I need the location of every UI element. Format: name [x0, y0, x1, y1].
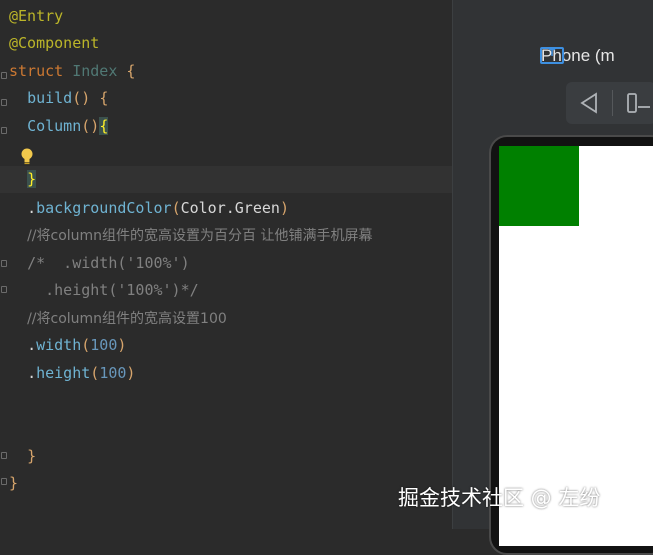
code-line[interactable]: }: [9, 443, 36, 470]
brace: }: [27, 447, 37, 465]
comment: //将column组件的宽高设置100: [27, 311, 227, 327]
comment: /* .width('100%'): [27, 254, 190, 272]
function-name: height: [36, 364, 91, 382]
open-paren: (: [90, 364, 100, 382]
code-line[interactable]: /* .width('100%'): [9, 250, 190, 277]
code-line[interactable]: struct Index {: [9, 58, 135, 85]
code-line[interactable]: }: [9, 470, 18, 497]
lightbulb-icon[interactable]: [20, 148, 34, 166]
watermark: 掘金技术社区 @ 左纷: [398, 486, 601, 510]
close-paren: ): [279, 199, 289, 217]
fold-icon[interactable]: [1, 99, 7, 106]
code-line[interactable]: build() {: [9, 85, 108, 112]
device-type-icon[interactable]: T: [540, 47, 564, 64]
code-line[interactable]: @Component: [9, 30, 99, 57]
code-editor[interactable]: @Entry @Component struct Index { build()…: [0, 0, 452, 529]
close-paren: ): [126, 364, 136, 382]
number: 100: [90, 336, 118, 354]
matched-brace: {: [99, 117, 109, 135]
code-line[interactable]: Column(){: [9, 113, 109, 140]
fold-icon[interactable]: [1, 452, 7, 459]
dot: .: [27, 364, 37, 382]
class-name: Index: [72, 62, 118, 80]
preview-toolbar: [566, 82, 653, 124]
comment: .height('100%')*/: [27, 281, 199, 299]
toolbar-separator: [612, 90, 613, 116]
open-paren: (: [81, 336, 91, 354]
fold-icon[interactable]: [1, 478, 7, 485]
fold-icon[interactable]: [1, 127, 7, 134]
annotation: @Entry: [9, 7, 64, 25]
back-triangle-icon[interactable]: [576, 90, 602, 116]
code-line[interactable]: //将column组件的宽高设置为百分百 让他铺满手机屏幕: [9, 222, 372, 249]
parentheses: (): [72, 89, 91, 107]
fold-icon[interactable]: [1, 260, 7, 267]
open-paren: (: [171, 199, 181, 217]
number: 100: [99, 364, 127, 382]
argument: Color.Green: [180, 199, 280, 217]
code-line[interactable]: .width(100): [9, 332, 126, 359]
brace: }: [9, 474, 19, 492]
dot: .: [27, 199, 37, 217]
matched-brace: }: [27, 170, 37, 188]
code-line[interactable]: .height('100%')*/: [9, 277, 199, 304]
fold-icon[interactable]: [1, 72, 7, 79]
function-name: width: [36, 336, 82, 354]
close-paren: ): [117, 336, 127, 354]
brace: {: [99, 89, 109, 107]
editor-gutter: [0, 0, 9, 529]
annotation: @Component: [9, 34, 100, 52]
function-name: Column: [27, 117, 82, 135]
brace: {: [126, 62, 136, 80]
parentheses: (): [81, 117, 100, 135]
dot: .: [27, 336, 37, 354]
rotate-device-icon[interactable]: [624, 90, 650, 116]
code-line-current[interactable]: }: [0, 166, 452, 193]
device-type-icon-glyph: T: [549, 48, 556, 59]
comment: //将column组件的宽高设置为百分百 让他铺满手机屏幕: [27, 228, 373, 244]
fold-icon[interactable]: [1, 286, 7, 293]
code-line[interactable]: .backgroundColor(Color.Green): [9, 195, 289, 222]
column-green-box[interactable]: [499, 146, 579, 226]
function-name: backgroundColor: [36, 199, 172, 217]
code-line[interactable]: .height(100): [9, 360, 135, 387]
keyword: struct: [9, 62, 64, 80]
function-name: build: [27, 89, 73, 107]
code-line[interactable]: @Entry: [9, 3, 63, 30]
code-line[interactable]: //将column组件的宽高设置100: [9, 305, 227, 332]
